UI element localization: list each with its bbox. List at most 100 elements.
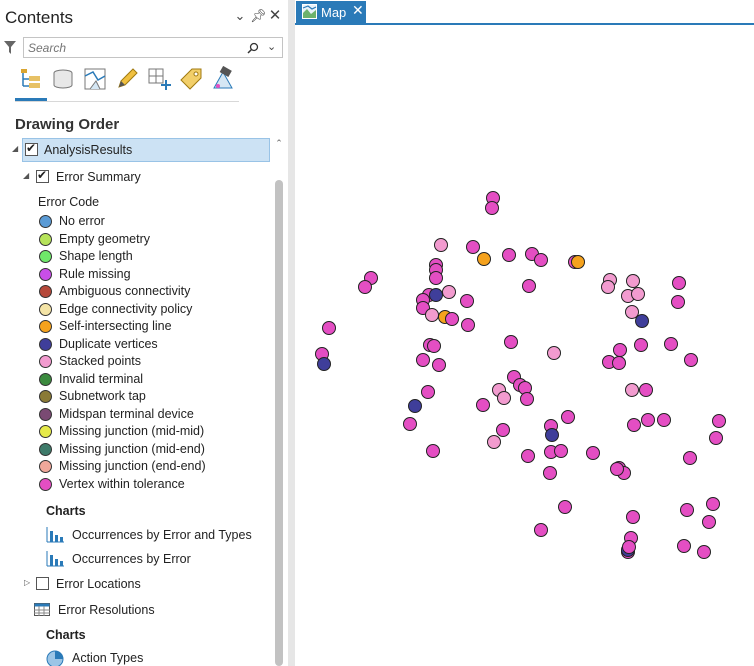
map-point-feature[interactable] <box>671 295 685 309</box>
map-point-feature[interactable] <box>683 451 697 465</box>
map-point-feature[interactable] <box>358 280 372 294</box>
pane-options-icon[interactable]: ⌄ <box>232 8 248 24</box>
map-point-feature[interactable] <box>571 255 585 269</box>
map-point-feature[interactable] <box>403 417 417 431</box>
map-canvas[interactable] <box>295 25 754 666</box>
map-point-feature[interactable] <box>445 312 459 326</box>
map-point-feature[interactable] <box>487 435 501 449</box>
map-point-feature[interactable] <box>543 466 557 480</box>
map-point-feature[interactable] <box>702 515 716 529</box>
list-by-labeling-icon[interactable] <box>178 66 204 92</box>
expand-error-summary-icon[interactable]: ◢ <box>23 171 29 180</box>
map-point-feature[interactable] <box>558 500 572 514</box>
map-point-feature[interactable] <box>635 314 649 328</box>
map-point-feature[interactable] <box>425 308 439 322</box>
map-point-feature[interactable] <box>631 287 645 301</box>
map-point-feature[interactable] <box>520 392 534 406</box>
map-point-feature[interactable] <box>504 335 518 349</box>
map-point-feature[interactable] <box>697 545 711 559</box>
legend-swatch[interactable] <box>39 215 52 228</box>
legend-swatch[interactable] <box>39 232 52 246</box>
close-pane-icon[interactable]: ✕ <box>267 6 283 24</box>
map-point-feature[interactable] <box>554 444 568 458</box>
map-point-feature[interactable] <box>709 431 723 445</box>
map-point-feature[interactable] <box>427 339 441 353</box>
search-options-chevron-icon[interactable]: ⌄ <box>267 40 276 53</box>
legend-swatch[interactable] <box>39 320 52 333</box>
search-input[interactable] <box>28 40 238 55</box>
search-icon[interactable] <box>247 42 259 54</box>
map-point-feature[interactable] <box>639 383 653 397</box>
legend-swatch[interactable] <box>39 355 52 368</box>
tab-map[interactable]: Map ✕ <box>296 1 366 23</box>
list-by-drawing-order-icon[interactable] <box>18 66 44 92</box>
map-point-feature[interactable] <box>466 240 480 254</box>
map-point-feature[interactable] <box>613 343 627 357</box>
map-point-feature[interactable] <box>601 280 615 294</box>
map-point-feature[interactable] <box>626 510 640 524</box>
legend-swatch[interactable] <box>39 425 52 438</box>
legend-swatch[interactable] <box>39 267 52 281</box>
map-point-feature[interactable] <box>712 414 726 428</box>
map-point-feature[interactable] <box>496 423 510 437</box>
legend-swatch[interactable] <box>39 390 52 403</box>
list-by-source-icon[interactable] <box>50 66 76 92</box>
map-point-feature[interactable] <box>545 428 559 442</box>
map-point-feature[interactable] <box>625 383 639 397</box>
pin-icon[interactable]: 📌︎ <box>250 8 267 24</box>
map-point-feature[interactable] <box>521 449 535 463</box>
legend-swatch[interactable] <box>39 337 52 351</box>
filter-icon[interactable] <box>3 40 17 56</box>
list-by-editing-icon[interactable] <box>114 66 140 92</box>
close-map-tab-icon[interactable]: ✕ <box>352 2 364 19</box>
map-point-feature[interactable] <box>664 337 678 351</box>
map-point-feature[interactable] <box>626 274 640 288</box>
map-point-feature[interactable] <box>680 503 694 517</box>
visibility-checkbox-error-locations[interactable] <box>36 577 49 590</box>
expand-error-locations-icon[interactable]: ▷ <box>24 578 30 587</box>
map-point-feature[interactable] <box>477 252 491 266</box>
legend-swatch[interactable] <box>39 442 52 456</box>
map-point-feature[interactable] <box>612 356 626 370</box>
map-point-feature[interactable] <box>672 276 686 290</box>
map-point-feature[interactable] <box>434 238 448 252</box>
map-point-feature[interactable] <box>432 358 446 372</box>
map-point-feature[interactable] <box>641 413 655 427</box>
map-point-feature[interactable] <box>657 413 671 427</box>
map-point-feature[interactable] <box>429 288 443 302</box>
map-point-feature[interactable] <box>421 385 435 399</box>
map-point-feature[interactable] <box>677 539 691 553</box>
map-point-feature[interactable] <box>502 248 516 262</box>
visibility-checkbox-analysisresults[interactable] <box>25 141 38 156</box>
map-point-feature[interactable] <box>622 540 636 554</box>
list-by-perspective-imagery-icon[interactable] <box>210 66 236 92</box>
list-by-selection-icon[interactable] <box>82 66 108 92</box>
map-point-feature[interactable] <box>322 321 336 335</box>
legend-swatch[interactable] <box>39 460 52 473</box>
legend-swatch[interactable] <box>39 407 52 421</box>
map-point-feature[interactable] <box>547 346 561 360</box>
map-point-feature[interactable] <box>317 357 331 371</box>
map-point-feature[interactable] <box>627 418 641 432</box>
map-point-feature[interactable] <box>561 410 575 424</box>
map-point-feature[interactable] <box>534 253 548 267</box>
map-point-feature[interactable] <box>625 305 639 319</box>
visibility-checkbox-error-summary[interactable] <box>36 168 49 183</box>
legend-swatch[interactable] <box>39 372 52 386</box>
legend-swatch[interactable] <box>39 285 52 298</box>
map-point-feature[interactable] <box>706 497 720 511</box>
map-point-feature[interactable] <box>534 523 548 537</box>
map-point-feature[interactable] <box>426 444 440 458</box>
map-point-feature[interactable] <box>476 398 490 412</box>
search-box[interactable]: ⌄ <box>23 37 283 58</box>
pane-splitter[interactable] <box>288 0 295 666</box>
map-point-feature[interactable] <box>634 338 648 352</box>
map-point-feature[interactable] <box>586 446 600 460</box>
legend-swatch[interactable] <box>39 302 52 316</box>
legend-swatch[interactable] <box>39 477 52 491</box>
map-point-feature[interactable] <box>610 462 624 476</box>
map-point-feature[interactable] <box>684 353 698 367</box>
legend-swatch[interactable] <box>39 250 52 263</box>
list-by-snapping-icon[interactable] <box>146 66 172 92</box>
map-point-feature[interactable] <box>497 391 511 405</box>
